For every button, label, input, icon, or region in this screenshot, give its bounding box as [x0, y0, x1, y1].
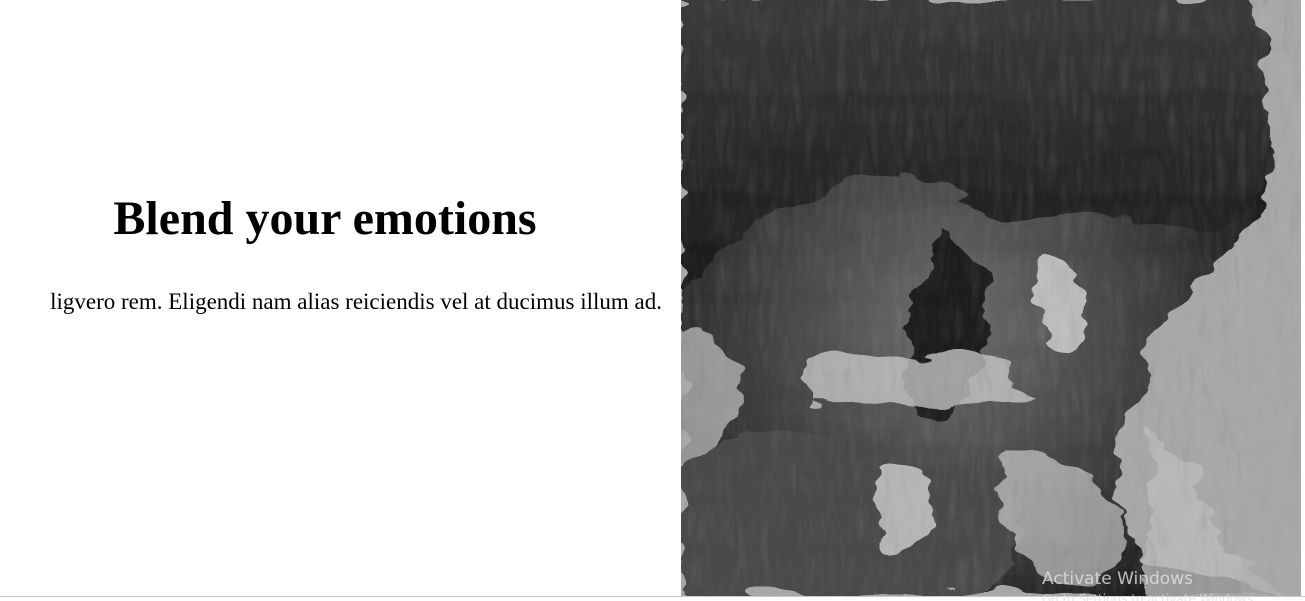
activate-windows-watermark: Activate Windows Go to Settings to activ… — [1042, 567, 1292, 601]
abstract-face-artwork — [681, 0, 1301, 596]
watermark-title: Activate Windows — [1042, 569, 1193, 589]
hero-text-panel: Blend your emotions ligvero rem. Eligend… — [0, 0, 681, 596]
hero-title: Blend your emotions — [113, 192, 537, 245]
watermark-subtitle: Go to Settings to activate Windows. — [1042, 592, 1257, 601]
page: Blend your emotions ligvero rem. Eligend… — [0, 0, 1305, 601]
hero-image — [681, 0, 1301, 596]
hero-paragraph: ligvero rem. Eligendi nam alias reiciend… — [50, 289, 662, 314]
scroll-strip — [1301, 0, 1305, 596]
